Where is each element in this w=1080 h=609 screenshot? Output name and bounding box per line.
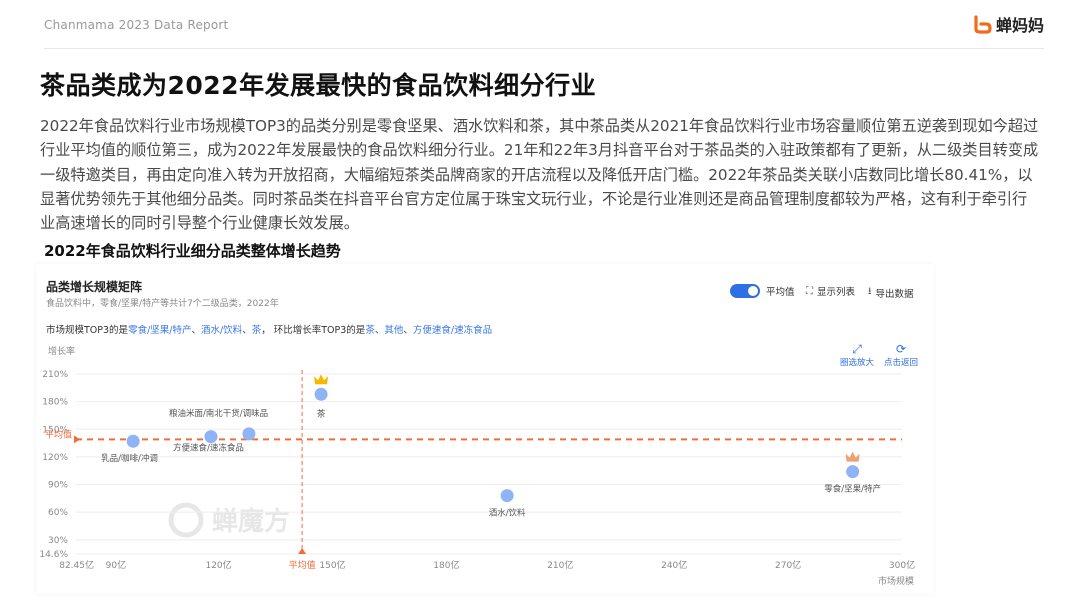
y-tick-label: 90% [48,481,68,491]
y-axis-label: 增长率 [48,345,75,357]
average-x-marker [298,548,307,554]
x-tick-label: 210亿 [547,559,573,571]
data-point-label: 方便速食/速冻食品 [173,443,244,454]
data-point-label: 酒水/饮料 [489,508,526,519]
y-tick-label: 210% [42,370,68,380]
data-point [500,489,514,503]
x-axis-label: 市场规模 [878,575,914,587]
x-tick-label: 150亿 [319,559,345,571]
y-tick-label: 14.6% [39,550,68,560]
data-point [126,434,140,448]
chart-title: 2022年食品饮料行业细分品类整体增长趋势 [44,242,341,260]
scatter-plot: 蝉魔方 14.6%30%60%90%120%150%180%210% 82.45… [39,345,915,587]
watermark: 蝉魔方 [168,502,290,538]
x-tick-label: 82.45亿 [59,559,94,571]
data-point [242,427,256,441]
report-header: Chanmama 2023 Data Report [44,18,229,32]
y-tick-label: 120% [42,453,68,463]
x-tick-label: 240亿 [661,559,687,571]
data-point [204,430,218,444]
average-x-label: 平均值 [289,559,316,571]
data-point-label: 粮油米面/南北干货/调味品 [169,408,268,419]
summary-paragraph: 2022年食品饮料行业市场规模TOP3的品类分别是零食坚果、酒水饮料和茶，其中茶… [40,117,1039,233]
y-tick-label: 180% [42,398,68,408]
average-y-label: 平均值 [45,428,72,440]
x-tick-label: 180亿 [433,559,459,571]
data-point-label: 零食/坚果/特产 [824,484,881,495]
x-tick-label: 270亿 [775,559,801,571]
data-point [314,387,328,401]
header-divider [44,48,1044,49]
brand-logo-icon [972,14,992,34]
average-lines: 平均值平均值 [45,370,902,571]
crown-icon [845,451,860,462]
data-point-label: 乳品/咖啡/冲调 [101,453,158,464]
average-y-marker [74,435,80,444]
page-title: 茶品类成为2022年发展最快的食品饮料细分行业 [40,71,597,100]
data-points: 茶 粮油米面/南北干货/调味品方便速食/速冻食品乳品/咖啡/冲调酒水/饮料 零食/坚… [101,374,881,519]
y-axis-ticks: 14.6%30%60%90%120%150%180%210% [39,370,68,560]
x-tick-label: 120亿 [205,559,231,571]
watermark-text: 蝉魔方 [212,506,290,537]
brand-name: 蝉妈妈 [995,16,1044,35]
y-tick-label: 60% [48,508,68,518]
x-tick-label: 300亿 [889,559,915,571]
x-axis-ticks: 82.45亿 90亿 120亿 150亿 180亿 210亿 240亿 270亿 300亿 [59,559,915,571]
matrix-panel: 品类增长规模矩阵 食品饮料中，零食/坚果/特产等共计7个二级品类，2022年 市… [36,264,934,594]
x-tick-label: 90亿 [106,559,126,571]
crown-icon [314,374,329,385]
data-point [846,465,860,479]
y-tick-label: 30% [48,536,68,546]
brand-logo: 蝉妈妈 [972,12,1044,36]
data-point-label: 茶 [317,408,326,419]
